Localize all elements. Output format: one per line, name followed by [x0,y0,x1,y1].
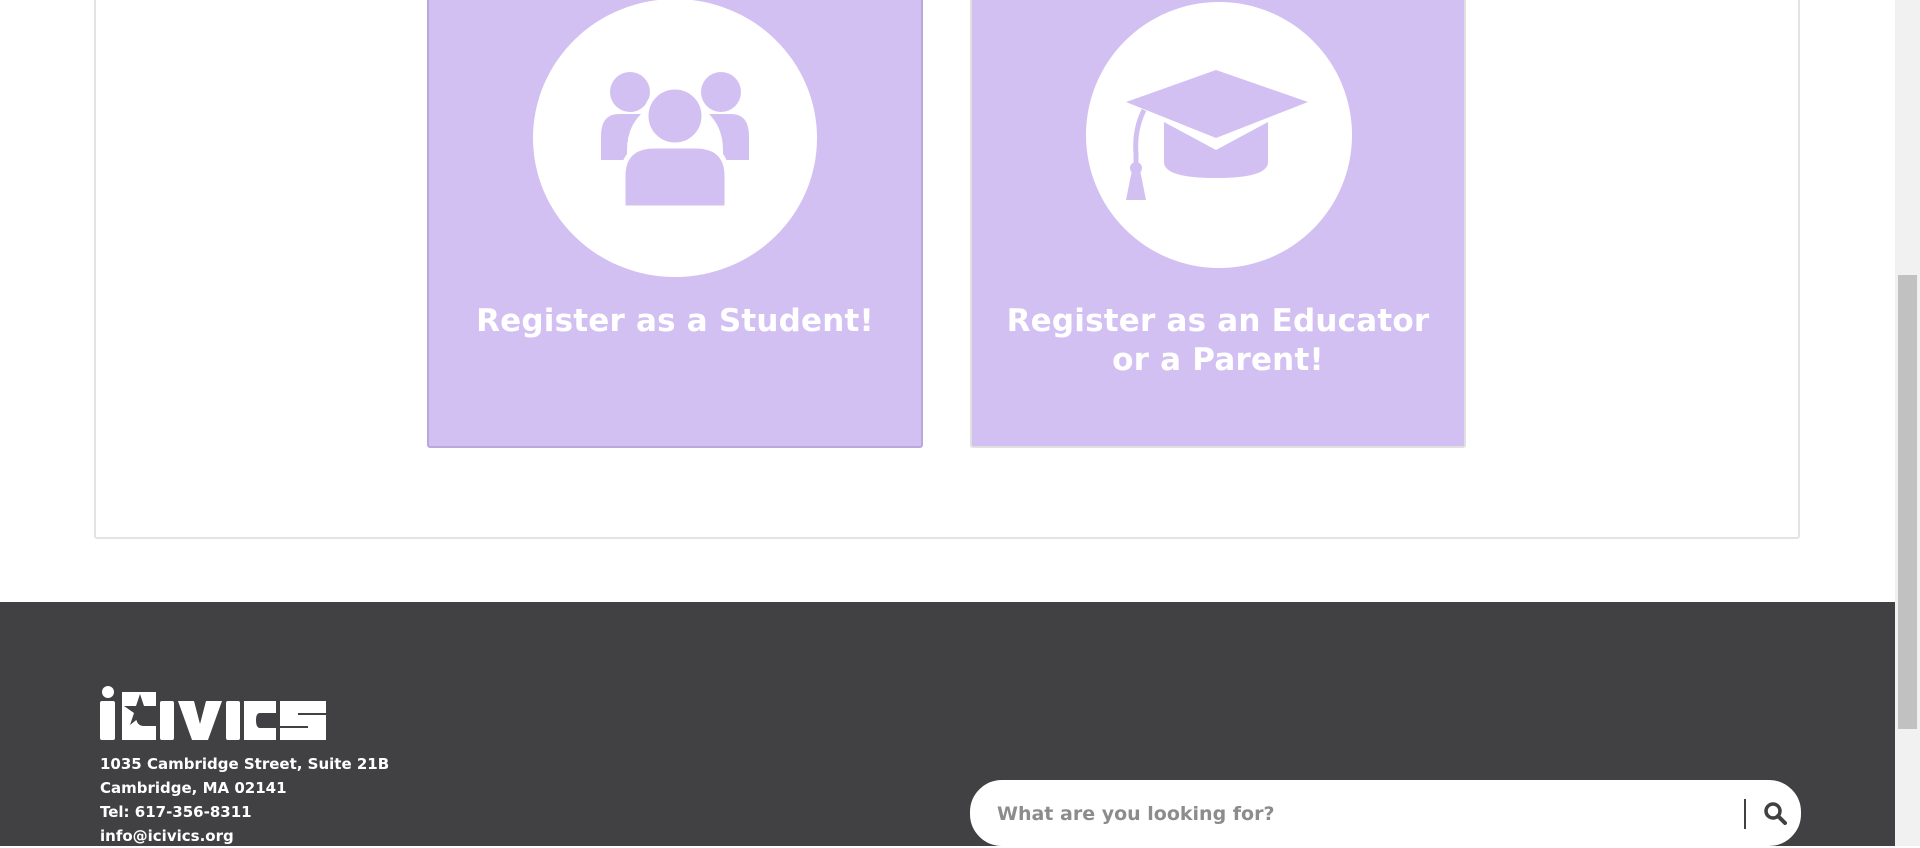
register-educator-card[interactable]: Register as an Educator or a Parent! [970,0,1466,448]
educator-icon-circle [1086,2,1352,268]
register-student-label: Register as a Student! [476,303,874,339]
search-divider [1744,799,1746,829]
search-input[interactable] [995,793,1709,835]
users-icon [601,72,749,208]
search-button[interactable] [1757,795,1793,831]
address-tel: Tel: 617-356-8311 [100,803,252,821]
scrollbar-thumb[interactable] [1898,275,1917,729]
register-educator-label: Register as an Educator or a Parent! [1006,303,1430,378]
address-street: 1035 Cambridge Street, Suite 21B [100,755,390,773]
icivics-logo-mark [100,686,326,740]
footer-search [970,780,1801,846]
graduation-cap-icon [1126,70,1308,200]
search-icon [1764,802,1787,825]
address-city: Cambridge, MA 02141 [100,779,287,797]
page: Register as a Student! Register as an Ed… [0,0,1895,846]
icivics-logo[interactable] [100,686,328,744]
student-icon-circle [533,0,817,277]
address-email[interactable]: info@icivics.org [100,824,389,848]
footer-address: 1035 Cambridge Street, Suite 21B Cambrid… [100,752,389,848]
registration-panel [94,0,1800,539]
register-student-card[interactable]: Register as a Student! [427,0,923,448]
